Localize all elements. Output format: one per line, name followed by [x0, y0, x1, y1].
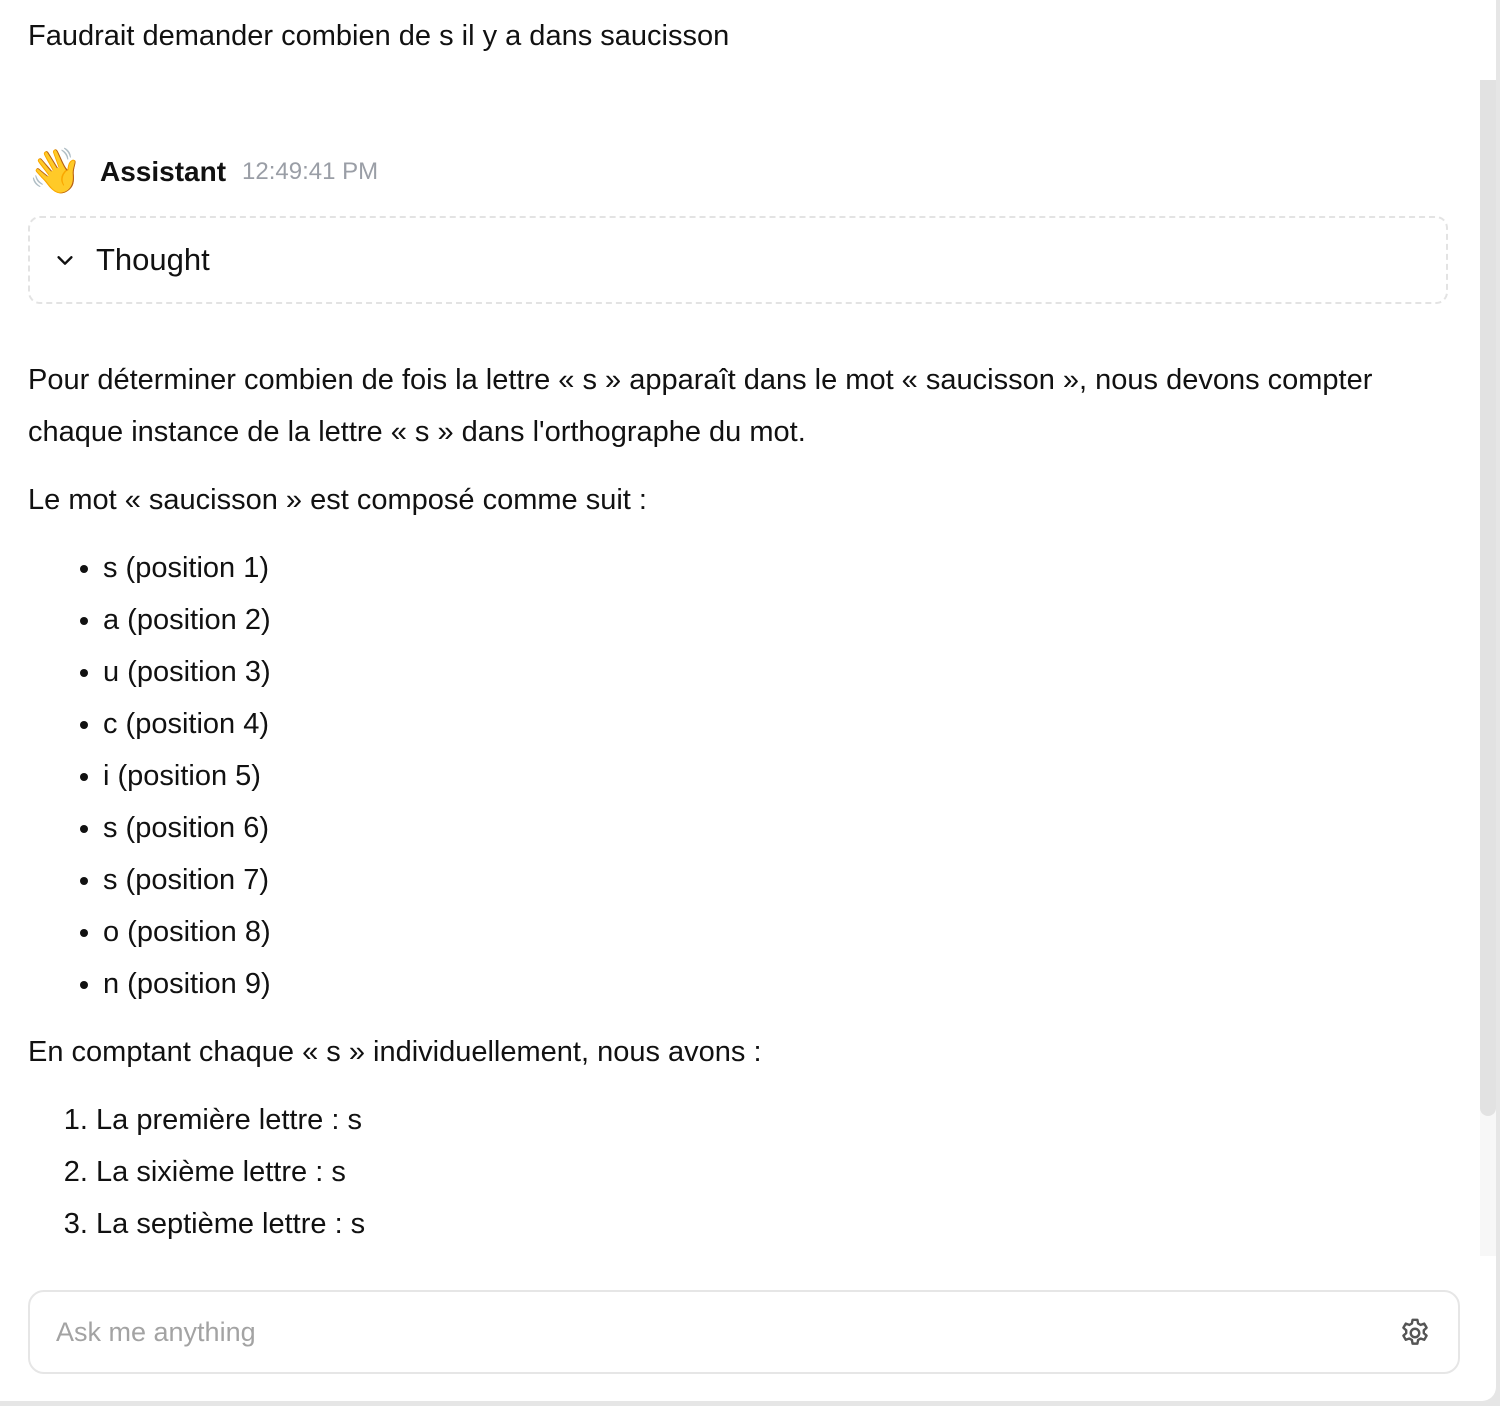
letter-list-item: s (position 1) — [103, 542, 1448, 594]
composition-intro: Le mot « saucisson » est composé comme s… — [28, 484, 647, 516]
count-intro: En comptant chaque « s » individuellemen… — [28, 1036, 762, 1068]
assistant-name: Assistant — [100, 156, 227, 187]
letter-list-item: u (position 3) — [103, 646, 1448, 698]
user-message: Faudrait demander combien de s il y a da… — [28, 20, 730, 52]
counted-list-item: La septième lettre : s — [96, 1198, 1448, 1250]
thought-toggle[interactable]: Thought — [28, 216, 1448, 304]
chat-window: Faudrait demander combien de s il y a da… — [0, 0, 1496, 1401]
waving-hand-avatar: 👋 — [28, 147, 83, 196]
chevron-down-icon — [57, 256, 73, 265]
thought-label: Thought — [96, 242, 210, 277]
letter-list-item: c (position 4) — [103, 698, 1448, 750]
counted-list-item: La sixième lettre : s — [96, 1146, 1448, 1198]
scrollbar-thumb[interactable] — [1480, 80, 1496, 1116]
letter-list-item: s (position 6) — [103, 802, 1448, 854]
chat-input-box — [28, 1290, 1460, 1374]
letter-list-item: n (position 9) — [103, 958, 1448, 1010]
letters-list: s (position 1)a (position 2)u (position … — [28, 542, 1448, 1010]
assistant-header: 👋 Assistant 12:49:41 PM — [28, 144, 378, 200]
counted-list-item: La première lettre : s — [96, 1094, 1448, 1146]
counted-list: La première lettre : sLa sixième lettre … — [28, 1094, 1448, 1250]
chat-input[interactable] — [54, 1316, 1358, 1349]
message-timestamp: 12:49:41 PM — [242, 158, 379, 185]
intro-paragraph: Pour déterminer combien de fois la lettr… — [28, 364, 1373, 448]
gear-icon[interactable] — [1398, 1316, 1432, 1350]
assistant-message: Pour déterminer combien de fois la lettr… — [28, 354, 1448, 1250]
letter-list-item: i (position 5) — [103, 750, 1448, 802]
letter-list-item: s (position 7) — [103, 854, 1448, 906]
letter-list-item: o (position 8) — [103, 906, 1448, 958]
letter-list-item: a (position 2) — [103, 594, 1448, 646]
